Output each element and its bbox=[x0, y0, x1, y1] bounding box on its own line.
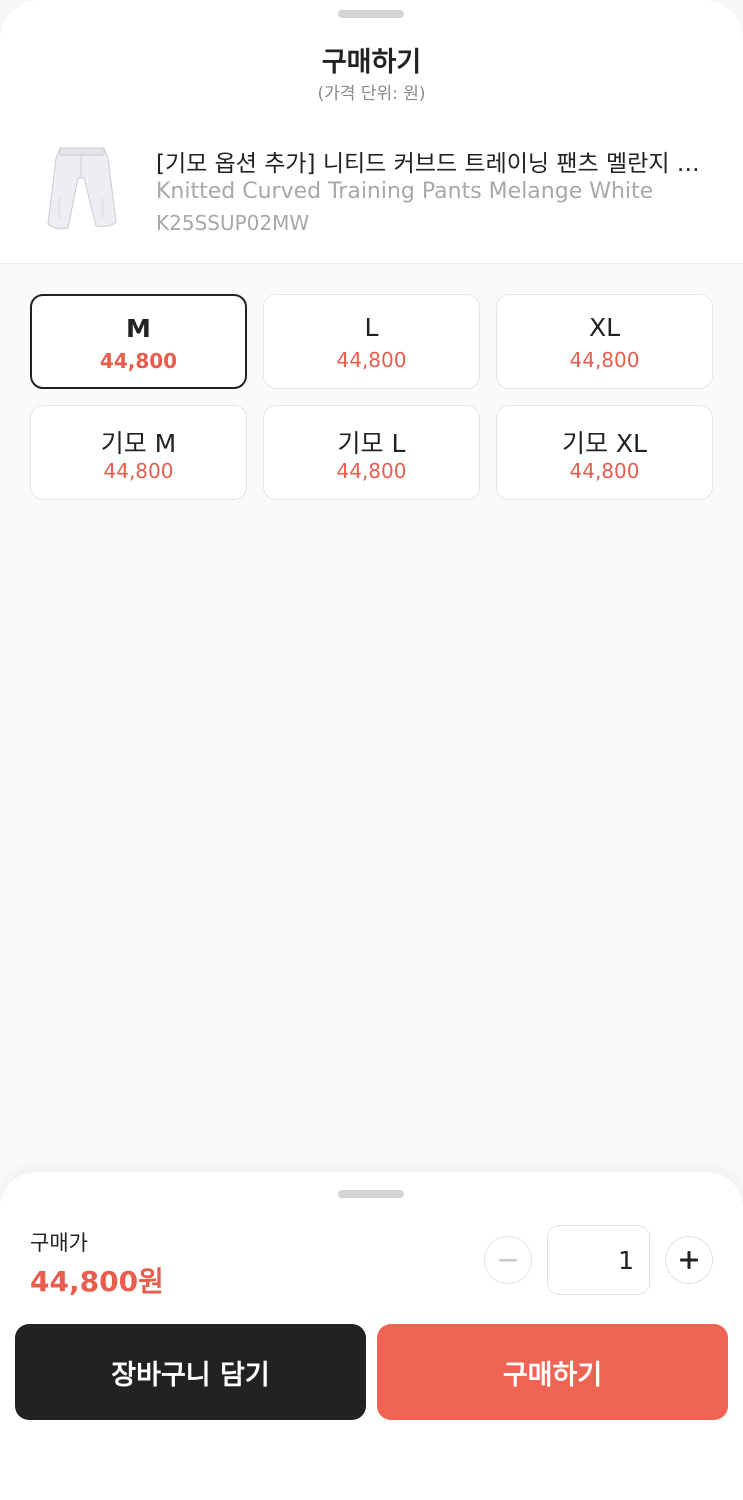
price-unit-note: (가격 단위: 원) bbox=[317, 84, 426, 104]
option-fleece-m[interactable]: 기모 M 44,800 bbox=[30, 405, 247, 500]
quantity-increase-button[interactable] bbox=[665, 1236, 713, 1284]
option-label: 기모 XL bbox=[561, 429, 647, 458]
pants-thumbnail-icon bbox=[47, 147, 117, 229]
option-xl[interactable]: XL 44,800 bbox=[496, 294, 713, 389]
option-label: 기모 M bbox=[100, 429, 177, 458]
option-label: M bbox=[126, 314, 151, 343]
product-name: [기모 옵션 추가] 니티드 커브드 트레이닝 팬츠 멜란지 화이트 bbox=[156, 151, 716, 177]
quantity-input[interactable] bbox=[547, 1225, 650, 1295]
add-to-cart-button[interactable]: 장바구니 담기 bbox=[15, 1324, 366, 1420]
sheet-header: 구매하기 (가격 단위: 원) [기모 옵션 추가] 니티드 커브드 트레이닝 … bbox=[0, 0, 743, 264]
product-name-english: Knitted Curved Training Pants Melange Wh… bbox=[156, 179, 654, 204]
product-code: K25SSUP02MW bbox=[156, 211, 310, 235]
option-label: XL bbox=[588, 313, 621, 342]
option-price: 44,800 bbox=[103, 459, 174, 483]
option-price: 44,800 bbox=[336, 459, 407, 483]
option-label: L bbox=[364, 313, 379, 342]
option-fleece-xl[interactable]: 기모 XL 44,800 bbox=[496, 405, 713, 500]
option-price: 44,800 bbox=[336, 348, 407, 372]
option-l[interactable]: L 44,800 bbox=[263, 294, 480, 389]
option-fleece-l[interactable]: 기모 L 44,800 bbox=[263, 405, 480, 500]
quantity-decrease-button[interactable] bbox=[484, 1236, 532, 1284]
sheet-title: 구매하기 bbox=[321, 47, 422, 78]
total-label: 구매가 bbox=[30, 1231, 88, 1255]
footer-grabber[interactable] bbox=[338, 1190, 404, 1198]
option-price: 44,800 bbox=[569, 459, 640, 483]
minus-icon bbox=[499, 1259, 517, 1262]
option-price: 44,800 bbox=[569, 348, 640, 372]
option-m[interactable]: M 44,800 bbox=[30, 294, 247, 389]
total-price: 44,800원 bbox=[30, 1265, 164, 1298]
option-price: 44,800 bbox=[99, 349, 178, 373]
option-label: 기모 L bbox=[337, 429, 406, 458]
sheet-grabber[interactable] bbox=[338, 10, 404, 18]
purchase-footer: 구매가 44,800원 장바구니 담기 구매하기 bbox=[0, 1172, 743, 1500]
plus-icon bbox=[680, 1251, 698, 1269]
product-thumbnail bbox=[30, 138, 132, 240]
buy-now-button[interactable]: 구매하기 bbox=[377, 1324, 728, 1420]
purchase-sheet: 구매하기 (가격 단위: 원) [기모 옵션 추가] 니티드 커브드 트레이닝 … bbox=[0, 0, 743, 1500]
